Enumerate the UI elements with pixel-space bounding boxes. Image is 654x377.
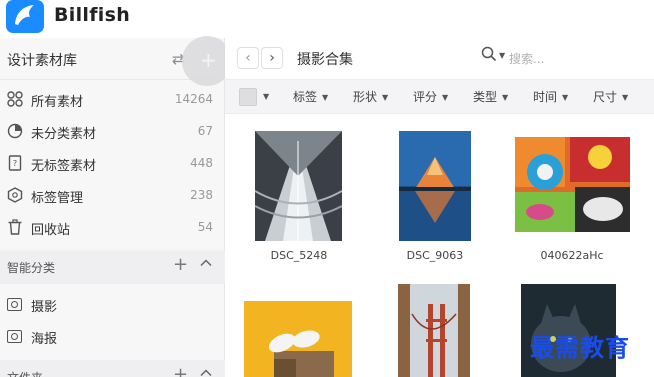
sidebar-item-label: 未分类素材 bbox=[31, 127, 97, 142]
sidebar-item-count: 238 bbox=[190, 188, 213, 202]
add-folder-button[interactable]: + bbox=[173, 364, 188, 377]
sidebar-item-folder[interactable]: 海报 bbox=[0, 321, 225, 353]
sidebar-nav: 所有素材 14264 未分类素材 67 ? 无标签素材 448 标签管理 238 bbox=[0, 84, 225, 244]
forward-button[interactable]: › bbox=[261, 47, 283, 69]
section-title: 文件夹 bbox=[7, 369, 43, 377]
billfish-logo-icon bbox=[6, 0, 44, 33]
sidebar-item-label: 标签管理 bbox=[31, 191, 84, 206]
search-icon[interactable] bbox=[481, 46, 497, 66]
filter-size[interactable]: 尺寸 ▼ bbox=[593, 88, 628, 105]
sidebar-item-tag-management[interactable]: 标签管理 238 bbox=[0, 180, 225, 212]
asset-thumbnail[interactable] bbox=[515, 137, 630, 232]
folder-icon bbox=[7, 298, 22, 311]
asset-name: DSC_9063 bbox=[406, 249, 464, 262]
filter-shape[interactable]: 形状 ▼ bbox=[353, 88, 388, 105]
main-panel: ‹ › 摄影合集 ▼ 搜索... ▼ 标签 ▼ 形状 ▼ 评分 ▼ 类型 ▼ 时间 ▼ 尺… bbox=[225, 38, 654, 377]
library-header: 设计素材库 ⇄ + bbox=[0, 36, 232, 86]
sidebar-item-count: 67 bbox=[197, 124, 213, 138]
asset-thumbnail[interactable] bbox=[254, 131, 343, 241]
sidebar-item-label: 摄影 bbox=[31, 300, 58, 315]
asset-name: DSC_5248 bbox=[270, 249, 328, 262]
filter-bar: ▼ 标签 ▼ 形状 ▼ 评分 ▼ 类型 ▼ 时间 ▼ 尺寸 ▼ bbox=[225, 80, 654, 114]
filter-tag[interactable]: 标签 ▼ bbox=[293, 88, 328, 105]
sidebar-item-untagged[interactable]: ? 无标签素材 448 bbox=[0, 148, 225, 180]
current-folder-title: 摄影合集 bbox=[297, 52, 353, 68]
asset-thumbnail[interactable] bbox=[244, 301, 352, 377]
sidebar-item-uncategorized[interactable]: 未分类素材 67 bbox=[0, 116, 225, 148]
app-name: Billfish bbox=[54, 4, 131, 26]
color-filter-button[interactable] bbox=[239, 88, 257, 106]
filter-type[interactable]: 类型 ▼ bbox=[473, 88, 508, 105]
add-smart-category-button[interactable]: + bbox=[173, 254, 188, 275]
asset-thumbnail[interactable] bbox=[399, 131, 471, 241]
sidebar-item-count: 54 bbox=[197, 220, 213, 234]
svg-text:?: ? bbox=[13, 159, 17, 168]
filter-time[interactable]: 时间 ▼ bbox=[533, 88, 568, 105]
folder-icon bbox=[7, 330, 22, 343]
asset-name: 040622aHc bbox=[540, 249, 604, 262]
watermark: 最需教育 bbox=[530, 333, 630, 362]
sidebar-item-trash[interactable]: 回收站 54 bbox=[0, 212, 225, 244]
back-button[interactable]: ‹ bbox=[237, 47, 259, 69]
search-input[interactable]: 搜索... bbox=[509, 50, 544, 67]
sidebar-item-label: 所有素材 bbox=[31, 95, 84, 110]
smart-category-section: 智能分类 + bbox=[0, 250, 225, 284]
folders-section: 文件夹 + bbox=[0, 360, 225, 377]
sidebar-item-label: 回收站 bbox=[31, 223, 71, 238]
section-title: 智能分类 bbox=[7, 261, 56, 275]
title-bar: Billfish bbox=[0, 0, 654, 38]
untagged-icon: ? bbox=[7, 155, 23, 171]
sidebar-item-label: 海报 bbox=[31, 332, 58, 347]
tag-icon bbox=[7, 187, 23, 203]
sidebar-item-all[interactable]: 所有素材 14264 bbox=[0, 84, 225, 116]
pie-icon bbox=[7, 123, 23, 139]
trash-icon bbox=[7, 219, 23, 235]
chevron-up-icon[interactable] bbox=[200, 257, 212, 273]
grid-icon bbox=[7, 91, 23, 107]
sidebar-item-count: 448 bbox=[190, 156, 213, 170]
sidebar-item-label: 无标签素材 bbox=[31, 159, 97, 174]
filter-rating[interactable]: 评分 ▼ bbox=[413, 88, 448, 105]
asset-thumbnail[interactable] bbox=[398, 284, 470, 377]
sidebar: 设计素材库 ⇄ + 所有素材 14264 未分类素材 67 ? 无标签素材 44… bbox=[0, 36, 232, 377]
chevron-down-icon[interactable]: ▼ bbox=[263, 92, 269, 101]
toolbar: ‹ › 摄影合集 ▼ 搜索... bbox=[225, 38, 654, 80]
sidebar-item-count: 14264 bbox=[174, 92, 213, 106]
plus-icon: + bbox=[200, 48, 217, 72]
sidebar-item-folder[interactable]: 摄影 bbox=[0, 289, 225, 321]
chevron-down-icon[interactable]: ▼ bbox=[499, 51, 505, 60]
library-title[interactable]: 设计素材库 bbox=[7, 50, 77, 70]
chevron-up-icon[interactable] bbox=[200, 367, 212, 377]
